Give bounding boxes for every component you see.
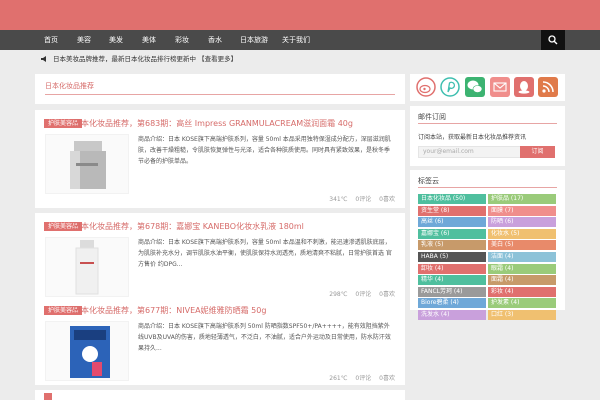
tag-link[interactable]: 护发素 (4)	[488, 298, 556, 309]
nav-item-perfume[interactable]: 香水	[208, 30, 222, 50]
subscribe-widget: 邮件订阅 订阅本站，获取最新日本化妆品推荐资讯 your@email.com 订…	[410, 106, 565, 166]
tag-link[interactable]: 日本化妆品 (50)	[418, 194, 486, 204]
post-thumbnail[interactable]	[45, 134, 129, 194]
views-count: 261℃	[329, 375, 348, 382]
tag-link[interactable]: 洗发水 (4)	[418, 310, 486, 320]
main-nav: 首页 美容 美发 美体 彩妆 香水 日本旅游 关于我们	[0, 30, 600, 50]
tag-link[interactable]: 口红 (3)	[488, 310, 556, 320]
divider	[418, 123, 557, 124]
post-title[interactable]: 日本化妆品推荐，第677期：NIVEA妮维雅防晒霜 50g	[73, 305, 266, 316]
post-card	[35, 390, 405, 400]
tag-link[interactable]: 高丝 (6)	[418, 217, 486, 228]
tag-link[interactable]: 化妆水 (5)	[488, 228, 556, 239]
announcement-text[interactable]: 日本美妆品牌推荐，最新日本化妆品排行榜更新中 【查看更多】	[53, 51, 237, 68]
qq-icon[interactable]	[514, 77, 534, 97]
post-title[interactable]: 日本化妆品推荐，第683期：高丝 Impress GRANMULACREAM滋润…	[73, 118, 353, 129]
post-card: 护肤美容品 日本化妆品推荐，第683期：高丝 Impress GRANMULAC…	[35, 110, 405, 208]
likes-count[interactable]: 0喜欢	[379, 375, 395, 382]
tag-link[interactable]: FANCL芳珂 (4)	[418, 286, 486, 297]
search-icon	[548, 35, 558, 45]
tag-link[interactable]: 美白 (5)	[488, 240, 556, 251]
post-meta: 341℃ 0评论 0喜欢	[323, 194, 395, 203]
post-excerpt: 商品介绍：日本 KOSE旗下高端护肤系列 50ml 防晒指数SPF50+/PA+…	[138, 323, 391, 352]
post-title[interactable]: 日本化妆品推荐，第678期：嘉娜宝 KANEBO化妆水乳液 180ml	[73, 221, 304, 232]
comments-count[interactable]: 0评论	[355, 375, 371, 382]
subscribe-description: 订阅本站，获取最新日本化妆品推荐资讯	[418, 134, 527, 141]
post-card: 护肤美容品 日本化妆品推荐，第678期：嘉娜宝 KANEBO化妆水乳液 180m…	[35, 213, 405, 301]
tag-link[interactable]: 资生堂 (8)	[418, 205, 486, 216]
category-title: 日本化妆品推荐	[45, 82, 94, 90]
category-header: 日本化妆品推荐	[35, 74, 405, 104]
tag-link[interactable]: 乳液 (5)	[418, 240, 486, 251]
tag-link[interactable]: Biore碧柔 (4)	[418, 298, 486, 309]
tag-link[interactable]: 眼霜 (4)	[488, 263, 556, 274]
social-links	[410, 74, 565, 101]
post-excerpt: 商品介绍：日本 KOSE旗下高端护肤系列，容量 50ml 本品温和不刺激，能迅速…	[138, 239, 392, 268]
divider	[45, 94, 395, 95]
rss-icon[interactable]	[538, 77, 558, 97]
post-excerpt: 商品介绍：日本 KOSE旗下高端护肤系列，容量 50ml 本品采用独特保湿成分配…	[138, 136, 391, 165]
blue-sunscreen-tube-image	[70, 326, 110, 378]
post-category-tag[interactable]	[44, 393, 52, 400]
nav-item-hair[interactable]: 美发	[109, 30, 123, 50]
post-card: 护肤美容品 日本化妆品推荐，第677期：NIVEA妮维雅防晒霜 50g 商品介绍…	[35, 297, 405, 385]
tag-link[interactable]: 洁面 (4)	[488, 252, 556, 262]
nav-item-beauty[interactable]: 美容	[77, 30, 91, 50]
nav-item-body[interactable]: 美体	[142, 30, 156, 50]
email-field[interactable]: your@email.com	[418, 146, 521, 158]
tag-cloud-title: 标签云	[418, 177, 439, 185]
tag-link[interactable]: HABA (5)	[418, 252, 486, 262]
likes-count[interactable]: 0喜欢	[379, 196, 395, 203]
tag-link[interactable]: 卸妆 (4)	[418, 263, 486, 274]
post-thumbnail[interactable]	[45, 321, 129, 381]
email-icon[interactable]	[490, 77, 510, 97]
subscribe-button[interactable]: 订阅	[520, 146, 555, 158]
silver-cream-jar-image	[70, 141, 106, 189]
weibo-icon[interactable]	[416, 77, 436, 97]
post-thumbnail[interactable]	[45, 237, 129, 297]
nav-item-makeup[interactable]: 彩妆	[175, 30, 189, 50]
top-banner	[0, 0, 600, 30]
tag-link[interactable]: 防晒 (6)	[488, 217, 556, 228]
tag-link[interactable]: 面膜 (7)	[488, 205, 556, 216]
nav-item-home[interactable]: 首页	[44, 30, 58, 50]
tag-cloud-widget: 标签云 日本化妆品 (50) 护肤品 (17) 资生堂 (8) 面膜 (7) 高丝 (6…	[410, 170, 565, 320]
nav-item-about[interactable]: 关于我们	[282, 30, 310, 50]
announcement-bar: 日本美妆品牌推荐，最新日本化妆品排行榜更新中 【查看更多】	[35, 51, 565, 68]
pinterest-icon[interactable]	[440, 77, 460, 97]
speaker-icon	[41, 56, 46, 62]
subscribe-title: 邮件订阅	[418, 113, 446, 121]
tag-link[interactable]: 彩妆 (4)	[488, 286, 556, 297]
tag-link[interactable]: 面霜 (4)	[488, 275, 556, 286]
divider	[418, 187, 557, 188]
tag-link[interactable]: 精华 (4)	[418, 275, 486, 286]
comments-count[interactable]: 0评论	[355, 196, 371, 203]
search-button[interactable]	[541, 30, 565, 50]
nav-item-travel[interactable]: 日本旅游	[240, 30, 268, 50]
views-count: 341℃	[329, 196, 348, 203]
wechat-icon[interactable]	[465, 77, 485, 97]
post-meta: 261℃ 0评论 0喜欢	[323, 373, 395, 382]
tag-link[interactable]: 护肤品 (17)	[488, 194, 556, 204]
white-lotion-bottle-image	[75, 240, 99, 295]
tag-link[interactable]: 嘉娜宝 (6)	[418, 228, 486, 239]
